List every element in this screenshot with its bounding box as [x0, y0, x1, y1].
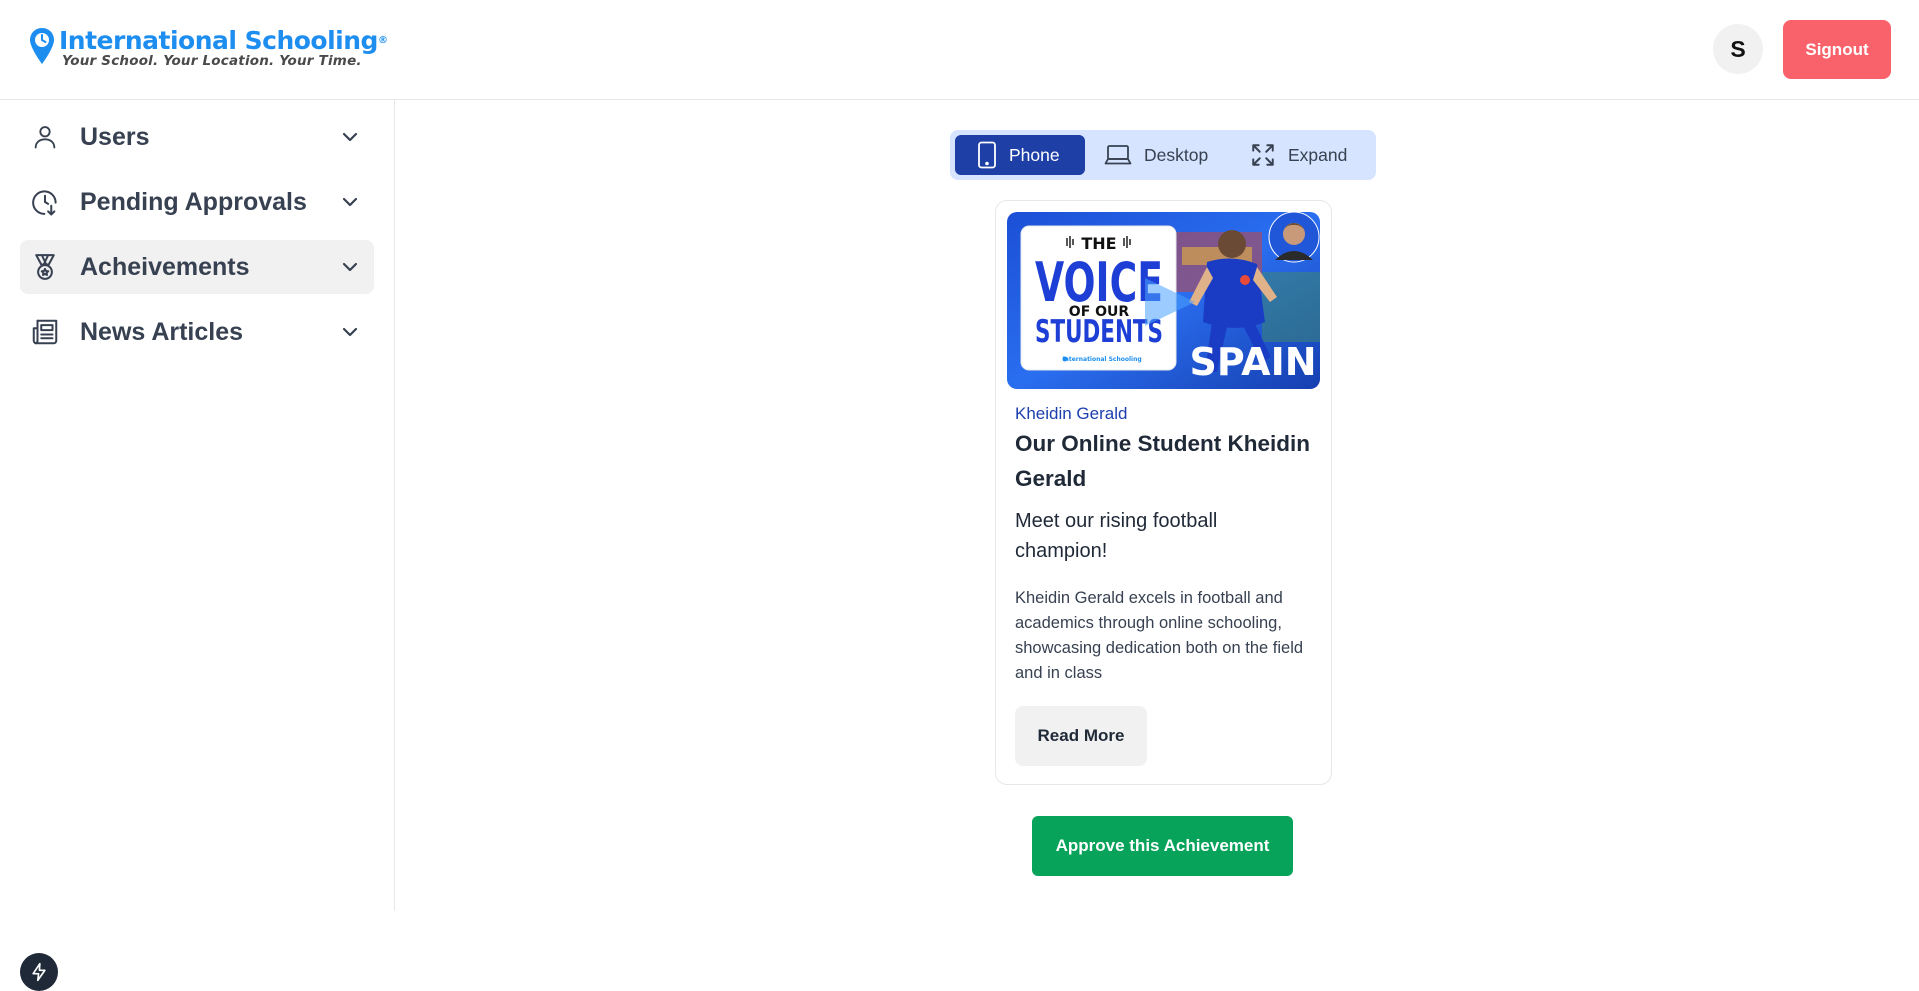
- chevron-down-icon: [342, 132, 358, 142]
- card-title: Our Online Student Kheidin Gerald: [1015, 431, 1310, 491]
- user-icon: [30, 122, 60, 152]
- lightning-bolt-icon: [32, 962, 46, 982]
- sidebar-item-pending-approvals[interactable]: Pending Approvals: [20, 175, 374, 229]
- quick-action-button[interactable]: [20, 953, 58, 991]
- location-pin-icon: [30, 28, 54, 64]
- sidebar-item-label: Users: [80, 122, 150, 151]
- tab-label: Expand: [1288, 144, 1348, 165]
- chevron-down-icon: [342, 262, 358, 272]
- author-link[interactable]: Kheidin Gerald: [1015, 404, 1127, 424]
- brand-tagline: Your School. Your Location. Your Time.: [62, 53, 362, 69]
- tab-phone[interactable]: Phone: [955, 135, 1085, 175]
- thumbnail-country: SPAIN: [1189, 340, 1316, 384]
- medal-icon: [30, 252, 60, 282]
- expand-icon: [1252, 144, 1274, 166]
- tab-desktop[interactable]: Desktop: [1094, 135, 1224, 175]
- achievement-card: THE VOICE OF OUR STUDENTS International …: [995, 200, 1332, 785]
- chevron-down-icon: [342, 327, 358, 337]
- tab-label: Phone: [1009, 144, 1060, 165]
- phone-icon: [978, 141, 996, 169]
- tab-expand[interactable]: Expand: [1240, 135, 1370, 175]
- achievement-thumbnail[interactable]: THE VOICE OF OUR STUDENTS International …: [1007, 212, 1320, 389]
- sidebar-item-label: News Articles: [80, 317, 244, 346]
- newspaper-icon: [30, 317, 60, 347]
- brand-logo[interactable]: International Schooling® Your School. Yo…: [28, 26, 388, 69]
- view-toggle: Phone Desktop Expand: [950, 130, 1376, 180]
- top-header: International Schooling® Your School. Yo…: [0, 0, 1919, 100]
- avatar[interactable]: S: [1713, 24, 1763, 74]
- thumbnail-brand: International Schooling: [1062, 356, 1141, 363]
- sidebar-item-label: Pending Approvals: [80, 187, 307, 216]
- sidebar-item-label: Acheivements: [80, 252, 250, 281]
- laptop-icon: [1104, 145, 1132, 165]
- signout-button[interactable]: Signout: [1783, 20, 1891, 79]
- card-description: Kheidin Gerald excels in football and ac…: [1015, 589, 1304, 682]
- card-subtitle: Meet our rising football champion!: [1015, 510, 1218, 562]
- registered-mark: ®: [377, 35, 388, 46]
- sidebar: Users Pending Approvals Acheivements New…: [0, 100, 395, 991]
- approve-achievement-button[interactable]: Approve this Achievement: [1032, 816, 1293, 876]
- sidebar-item-acheivements[interactable]: Acheivements: [20, 240, 374, 294]
- read-more-button[interactable]: Read More: [1015, 706, 1147, 766]
- brand-name: International Schooling: [59, 26, 378, 55]
- chevron-down-icon: [342, 197, 358, 207]
- sidebar-item-news-articles[interactable]: News Articles: [20, 305, 374, 359]
- thumbnail-line4: STUDENTS: [1035, 314, 1163, 350]
- tab-label: Desktop: [1144, 144, 1209, 165]
- clock-download-icon: [30, 187, 60, 217]
- sidebar-item-users[interactable]: Users: [20, 110, 374, 164]
